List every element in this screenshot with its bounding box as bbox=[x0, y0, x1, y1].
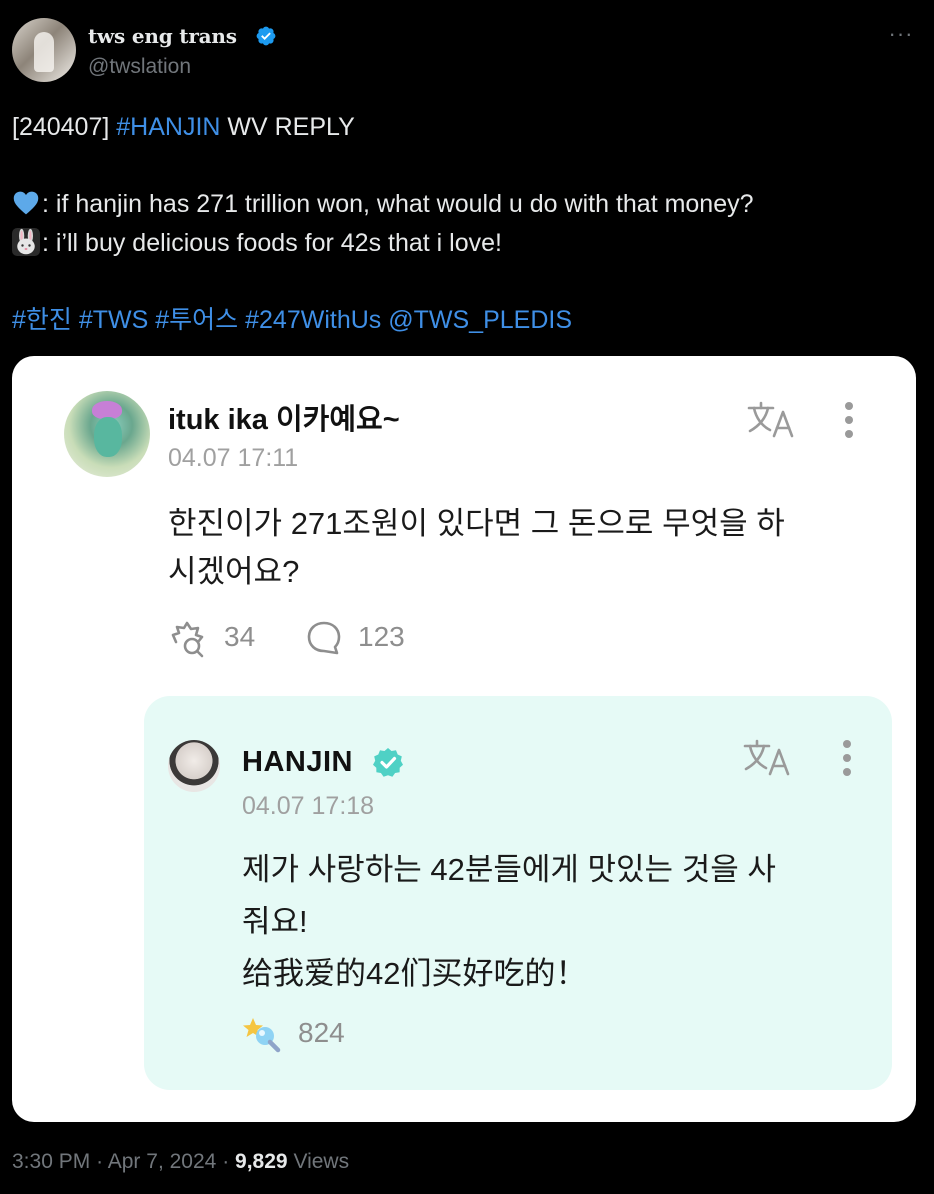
comment-icon bbox=[307, 621, 341, 655]
author-handle[interactable]: @twslation bbox=[88, 55, 191, 79]
meta-separator: · bbox=[222, 1150, 230, 1173]
hashtag-link[interactable]: #TWS bbox=[79, 306, 148, 334]
lightstick-like-icon bbox=[243, 1018, 281, 1053]
blue-heart-emoji-icon bbox=[13, 191, 39, 215]
answer-line: : i’ll buy delicious foods for 42s that … bbox=[12, 224, 892, 263]
translate-icon bbox=[747, 401, 794, 438]
tweet-text: [240407] #HANJIN WV REPLY : if hanjin ha… bbox=[12, 108, 892, 340]
reply-text-line: 제가 사랑하는 42분들에게 맛있는 것을 사 bbox=[242, 852, 776, 887]
artist-badge-icon bbox=[373, 748, 403, 777]
author-display-name[interactable]: tws eng trans bbox=[88, 24, 237, 48]
tweet-meta: 3:30 PM · Apr 7, 2024 · 9,829 Views bbox=[12, 1150, 349, 1174]
more-options-icon bbox=[844, 402, 854, 442]
post-date[interactable]: Apr 7, 2024 bbox=[108, 1150, 217, 1173]
tweet-date-tag: [240407] bbox=[12, 113, 117, 141]
reply-timestamp: 04.07 17:18 bbox=[242, 792, 375, 820]
view-count: 9,829 bbox=[235, 1150, 288, 1173]
reaction-icon bbox=[171, 621, 204, 658]
author-avatar[interactable] bbox=[12, 18, 76, 82]
post-text-line: 시겠어요? bbox=[168, 554, 300, 589]
reaction-count: 34 bbox=[224, 621, 256, 652]
question-line: : if hanjin has 271 trillion won, what w… bbox=[12, 185, 892, 224]
reply-text-line: 给我爱的42们买好吃的！ bbox=[242, 956, 587, 991]
rabbit-emoji-icon bbox=[12, 228, 40, 256]
hashtag-link[interactable]: #한진 bbox=[12, 306, 72, 334]
artist-reply: HANJIN 04.07 17:18 제가 사랑하는 42분들에게 맛있는 것을… bbox=[144, 696, 892, 1090]
hashtag-link[interactable]: #투어스 bbox=[155, 306, 238, 334]
comment-count: 123 bbox=[358, 621, 405, 652]
views-label: Views bbox=[293, 1150, 350, 1173]
post-text: 한진이가 271조원이 있다면 그 돈으로 무엇을 하 시겠어요? bbox=[168, 500, 868, 596]
artist-avatar bbox=[168, 740, 220, 792]
tweet-tags-line: #한진 #TWS #투어스 #247WithUs @TWS_PLEDIS bbox=[12, 301, 892, 340]
artist-username: HANJIN bbox=[242, 746, 353, 778]
tweet-title-suffix: WV REPLY bbox=[220, 113, 355, 141]
hashtag-link[interactable]: #HANJIN bbox=[116, 113, 220, 141]
mention-link[interactable]: @TWS_PLEDIS bbox=[388, 306, 572, 334]
meta-separator: · bbox=[96, 1150, 104, 1173]
commenter-avatar bbox=[64, 391, 150, 477]
translate-icon bbox=[743, 739, 790, 776]
post-text-line: 한진이가 271조원이 있다면 그 돈으로 무엇을 하 bbox=[168, 506, 785, 541]
commenter-username: ituk ika 이카예요~ bbox=[168, 404, 400, 436]
post-time[interactable]: 3:30 PM bbox=[12, 1150, 90, 1173]
more-options-icon bbox=[842, 740, 852, 780]
reply-like-count: 824 bbox=[298, 1017, 345, 1048]
more-options-icon[interactable]: ··· bbox=[888, 23, 914, 45]
hashtag-link[interactable]: #247WithUs bbox=[245, 306, 381, 334]
reply-text-line: 줘요! bbox=[242, 904, 308, 939]
reply-text: 제가 사랑하는 42분들에게 맛있는 것을 사 줘요! 给我爱的42们买好吃的！ bbox=[242, 844, 862, 1000]
tweet-title-line: [240407] #HANJIN WV REPLY bbox=[12, 108, 892, 147]
attached-image[interactable]: ituk ika 이카예요~ 04.07 17:11 한진이가 271조원이 있… bbox=[12, 356, 916, 1122]
answer-text: : i’ll buy delicious foods for 42s that … bbox=[42, 229, 502, 257]
tweet-header: tws eng trans @twslation ··· bbox=[12, 18, 922, 84]
verified-badge-icon bbox=[256, 26, 276, 46]
post-timestamp: 04.07 17:11 bbox=[168, 444, 299, 472]
question-text: : if hanjin has 271 trillion won, what w… bbox=[42, 190, 754, 218]
